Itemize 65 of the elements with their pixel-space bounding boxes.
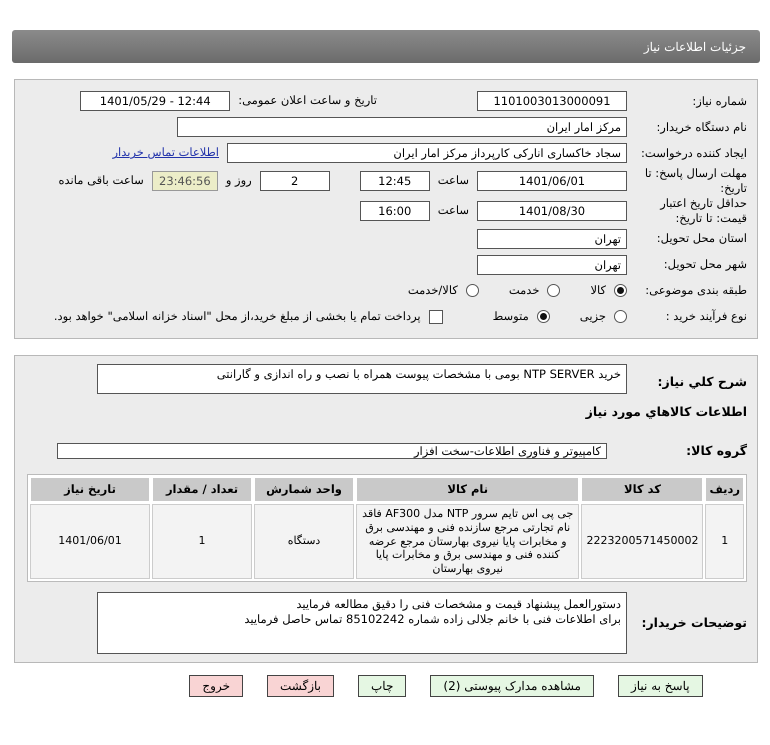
field-label: روز و	[226, 172, 252, 190]
value-field: تهران	[477, 254, 627, 275]
value-field: 2	[260, 170, 330, 191]
column-header: واحد شمارش	[254, 476, 354, 502]
value-field: تهران	[477, 228, 627, 249]
field-label: شرح كلي نياز:	[656, 374, 747, 390]
remaining-time-field: 23:46:56	[152, 170, 218, 191]
page-header: جزئیات اطلاعات نیاز	[12, 30, 760, 63]
field-label: طبقه بندی موضوعی:	[644, 283, 747, 298]
column-header: تعداد / مقدار	[152, 476, 252, 502]
value-field: 1401/05/29 - 12:44	[80, 91, 230, 111]
table-cell: 2223200571450002	[581, 504, 704, 579]
action-button[interactable]: پاسخ به نیاز	[618, 674, 703, 697]
field-label: نوع فرآیند خرید :	[664, 309, 747, 324]
radio-label: کالا	[590, 282, 606, 300]
field-label: مهلت ارسال پاسخ: تا تاریخ:	[644, 166, 747, 196]
value-field: مرکز امار ایران	[177, 117, 627, 137]
field-label: شهر محل تحویل:	[662, 257, 747, 272]
value-field: 1401/06/01	[477, 170, 627, 191]
field-label: ایجاد کننده درخواست:	[640, 146, 747, 160]
field-label: شماره نیاز:	[691, 94, 747, 108]
radio-label: کالا/خدمت	[408, 282, 458, 300]
value-field: 1401/08/30	[477, 200, 627, 221]
field-label: ساعت	[438, 202, 469, 220]
column-header: نام کالا	[356, 476, 580, 502]
action-button[interactable]: بازگشت	[267, 674, 334, 697]
field-label: ساعت	[438, 172, 469, 190]
section-title: اطلاعات كالاهاي مورد نياز	[586, 403, 747, 422]
value-field: 12:45	[360, 170, 430, 191]
value-field: کامپیوتر و فناوری اطلاعات-سخت افزار	[57, 442, 607, 459]
table-cell: دستگاه	[254, 504, 354, 579]
radio-button[interactable]	[547, 284, 560, 298]
table-cell: 1	[152, 504, 252, 579]
payment-checkbox[interactable]	[428, 310, 443, 324]
radio-label: متوسط	[492, 308, 529, 326]
radio-button[interactable]	[536, 310, 550, 324]
action-button[interactable]: مشاهده مدارک پیوستی (2)	[430, 674, 594, 697]
notes-line: برای اطلاعات فنی با خانم جلالی زاده شماره 85102242 تماس حاصل فرمایید	[243, 612, 621, 627]
action-button[interactable]: خروج	[189, 674, 243, 697]
field-label: توضیحات خریدار:	[640, 614, 747, 631]
field-label: استان محل تحویل:	[656, 231, 747, 246]
field-label: تاریخ و ساعت اعلان عمومی:	[238, 92, 377, 110]
description-field: خرید NTP SERVER بومی با مشخصات پیوست همراه با نصب و راه اندازی و گارانتی	[97, 364, 627, 394]
radio-button[interactable]	[466, 284, 479, 298]
table-cell: 1401/06/01	[30, 504, 150, 579]
radio-button[interactable]	[614, 310, 627, 324]
action-button[interactable]: چاپ	[358, 674, 406, 697]
field-label: نام دستگاه خریدار:	[655, 120, 747, 134]
table-cell: جی پی اس تایم سرور NTP مدل AF300 فاقد نام تجارتی مرجع سازنده فنی و مهندسی برق و مخابرات پایا نیروی بهارستان مرجع عرضه کننده فنی و مهندسی برق و مخابرات پایا نیروی بهارستان	[356, 504, 580, 579]
column-header: کد کالا	[581, 476, 704, 502]
buyer-contact-link[interactable]: اطلاعات تماس خریدار	[112, 144, 219, 162]
table-cell: 1	[705, 504, 744, 579]
field-label: ساعت باقی مانده	[58, 172, 144, 190]
value-field: سجاد خاکساری اناركی کارپرداز مرکز امار ایران	[227, 143, 627, 163]
radio-button[interactable]	[614, 284, 627, 298]
radio-label: خدمت	[508, 282, 540, 300]
radio-label: جزیی	[580, 308, 606, 326]
checkbox-label: پرداخت تمام یا بخشی از مبلغ خرید،از محل "اسناد خزانه اسلامی" خواهد بود.	[54, 308, 421, 326]
notes-line: دستورالعمل پیشنهاد قیمت و مشخصات فنی را دقیق مطالعه فرمایید	[295, 596, 621, 612]
value-field: 1101003013000091	[477, 91, 627, 111]
column-header: تاریخ نیاز	[30, 476, 150, 502]
field-label: گروه کالا:	[685, 442, 747, 459]
value-field: 16:00	[360, 200, 430, 221]
field-label: حداقل تاریخ اعتبار قیمت: تا تاریخ:	[658, 196, 747, 226]
column-header: ردیف	[705, 476, 744, 502]
